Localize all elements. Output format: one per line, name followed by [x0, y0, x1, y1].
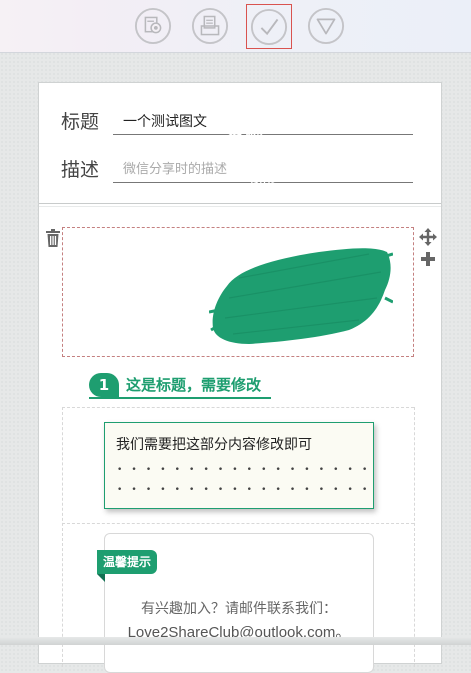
title-label: 标题 [61, 111, 100, 133]
heading-underline [89, 397, 271, 399]
block-divider [62, 407, 414, 408]
block-border-left [62, 407, 63, 667]
add-icon[interactable] [419, 250, 437, 268]
collapse-button[interactable] [306, 6, 346, 46]
editor-panel: 标题 描述 资源分享区 By. EthanDeng 1 这是标题，需要修改 [38, 82, 442, 673]
divider [39, 203, 441, 204]
check-icon [250, 8, 288, 45]
tip-text: 有兴趣加入？请邮件联系我们： [141, 601, 337, 617]
move-icon[interactable] [419, 228, 437, 246]
block-border-right [414, 407, 415, 667]
dotted-line: •••••••••••••••••• [117, 465, 377, 475]
image-text-icon [134, 7, 172, 45]
triangle-down-icon [307, 7, 345, 45]
heading-number-badge: 1 [89, 373, 119, 397]
tip-label-fold [97, 574, 105, 582]
heading-text: 这是标题，需要修改 [126, 376, 262, 394]
check-button[interactable] [246, 4, 292, 49]
note-text: 我们需要把这部分内容修改即可 [116, 437, 312, 453]
section-heading[interactable]: 1 这是标题，需要修改 [89, 371, 271, 401]
note-card[interactable]: 我们需要把这部分内容修改即可 •••••••••••••••••• ••••••… [104, 422, 374, 509]
brush-stroke [209, 248, 393, 344]
description-label: 描述 [61, 159, 100, 181]
bottom-shadow [0, 637, 471, 645]
top-toolbar [0, 0, 471, 53]
tip-label: 温馨提示 [97, 550, 158, 574]
print-icon [191, 7, 229, 45]
banner-block[interactable] [62, 227, 414, 357]
trash-icon[interactable] [45, 229, 61, 247]
print-button[interactable] [190, 6, 230, 46]
divider-light [39, 206, 441, 207]
block-divider [62, 523, 414, 524]
dotted-line: •••••••••••••••••• [117, 485, 377, 495]
image-text-button[interactable] [133, 6, 173, 46]
